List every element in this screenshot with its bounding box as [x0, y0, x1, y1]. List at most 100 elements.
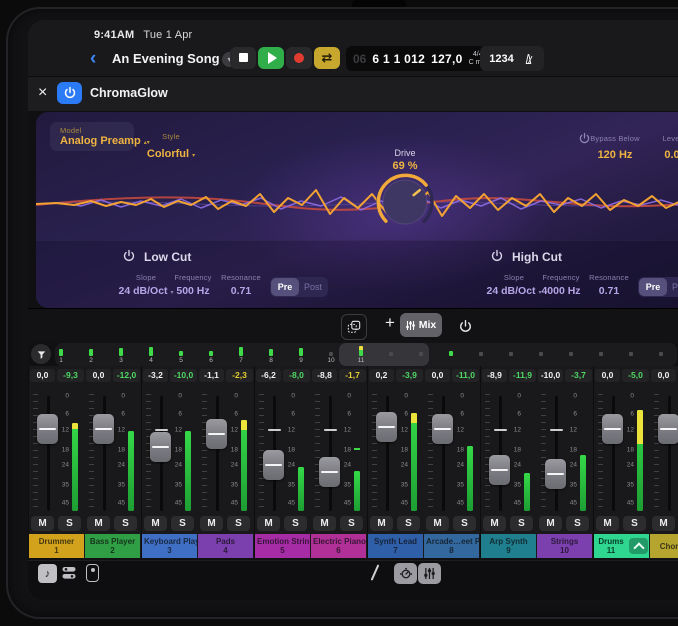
add-track-button[interactable]: +: [378, 313, 402, 333]
navigator-track[interactable]: 1234567891011: [55, 343, 677, 366]
post-button[interactable]: Post: [299, 278, 327, 296]
bypass-below-control[interactable]: Bypass Below 120 Hz: [585, 128, 645, 161]
low-cut-power-icon[interactable]: [122, 249, 137, 264]
track-name-tab[interactable]: Arp Synth 9: [481, 534, 536, 558]
solo-button[interactable]: S: [453, 516, 476, 531]
pre-button[interactable]: Pre: [639, 278, 667, 296]
solo-button[interactable]: S: [340, 516, 363, 531]
navigator-selection[interactable]: [339, 343, 429, 366]
mute-button[interactable]: M: [144, 516, 167, 531]
mute-button[interactable]: M: [596, 516, 619, 531]
mute-button[interactable]: M: [426, 516, 449, 531]
volume-readout[interactable]: -1,1: [199, 369, 224, 382]
volume-readout[interactable]: 0,0: [425, 369, 450, 382]
track-name-tab[interactable]: Synth Lead 7: [368, 534, 423, 558]
volume-readout[interactable]: -3,2: [143, 369, 168, 382]
solo-button[interactable]: S: [623, 516, 646, 531]
low-cut-pre-post-toggle[interactable]: Pre Post: [270, 277, 328, 297]
volume-fader[interactable]: [263, 450, 284, 480]
filter-button[interactable]: [31, 344, 51, 364]
mute-button[interactable]: M: [539, 516, 562, 531]
mute-button[interactable]: M: [257, 516, 280, 531]
volume-fader[interactable]: [319, 457, 340, 487]
level-control[interactable]: Level 0.0: [642, 128, 678, 161]
plugin-power-button[interactable]: [57, 82, 82, 104]
plugins-button[interactable]: [61, 565, 77, 586]
mute-button[interactable]: M: [31, 516, 54, 531]
volume-fader[interactable]: [206, 419, 227, 449]
track-name-tab[interactable]: Drummer 1: [29, 534, 84, 558]
count-in-button[interactable]: 1234: [489, 53, 513, 65]
volume-fader[interactable]: [658, 414, 678, 444]
volume-readout[interactable]: 0,0: [595, 369, 620, 382]
track-name-tab[interactable]: Arcade…eet Pad 8: [424, 534, 479, 558]
volume-fader[interactable]: [602, 414, 623, 444]
track-name-tab[interactable]: Pads 4: [198, 534, 253, 558]
knob-view-button[interactable]: [394, 563, 417, 584]
db-scale-label: 18: [175, 447, 182, 454]
solo-button[interactable]: S: [114, 516, 137, 531]
post-button[interactable]: Post: [667, 278, 678, 296]
volume-readout[interactable]: 0,0: [30, 369, 55, 382]
mix-view-button[interactable]: Mix: [400, 313, 442, 337]
drive-knob[interactable]: [371, 168, 439, 236]
solo-button[interactable]: S: [566, 516, 589, 531]
play-button[interactable]: [258, 47, 284, 69]
volume-fader[interactable]: [37, 414, 58, 444]
count-in-metronome-group[interactable]: 1234: [480, 46, 544, 71]
mute-button[interactable]: M: [483, 516, 506, 531]
volume-readout[interactable]: 0,0: [651, 369, 676, 382]
volume-fader[interactable]: [432, 414, 453, 444]
metronome-icon[interactable]: [522, 52, 535, 66]
mute-button[interactable]: M: [200, 516, 223, 531]
track-name-tab[interactable]: Emotion Strings 5: [255, 534, 310, 558]
mute-button[interactable]: M: [652, 516, 675, 531]
pre-button[interactable]: Pre: [271, 278, 299, 296]
volume-readout[interactable]: -8,9: [482, 369, 507, 382]
mute-button[interactable]: M: [370, 516, 393, 531]
back-chevron-icon[interactable]: ‹: [90, 48, 96, 70]
volume-fader[interactable]: [489, 455, 510, 485]
solo-button[interactable]: S: [510, 516, 533, 531]
high-cut-pre-post-toggle[interactable]: Pre Post: [638, 277, 678, 297]
volume-readout[interactable]: -10,0: [538, 369, 563, 382]
record-button[interactable]: [286, 47, 312, 69]
volume-fader[interactable]: [150, 432, 171, 462]
solo-button[interactable]: S: [58, 516, 81, 531]
solo-button[interactable]: S: [397, 516, 420, 531]
volume-readout[interactable]: -6,2: [256, 369, 281, 382]
song-title[interactable]: An Evening Song: [112, 51, 220, 66]
track-name-tab[interactable]: Electric Piano 6: [311, 534, 366, 558]
low-cut-resonance[interactable]: Resonance 0.71: [209, 273, 273, 297]
stop-button[interactable]: [230, 47, 256, 69]
volume-fader[interactable]: [93, 414, 114, 444]
volume-readout[interactable]: -8,8: [312, 369, 337, 382]
high-cut-power-icon[interactable]: [490, 249, 505, 264]
mixer-view-button[interactable]: [418, 563, 441, 584]
track-name-tab[interactable]: Strings 10: [537, 534, 592, 558]
style-selector[interactable]: Style Colorful ▾: [140, 126, 202, 162]
close-icon[interactable]: ×: [38, 84, 47, 102]
solo-button[interactable]: S: [227, 516, 250, 531]
mute-button[interactable]: M: [313, 516, 336, 531]
volume-readout[interactable]: 0,2: [369, 369, 394, 382]
fader-controls-button[interactable]: [86, 564, 99, 582]
solo-button[interactable]: S: [284, 516, 307, 531]
pencil-tool-icon[interactable]: [371, 564, 380, 580]
cycle-button[interactable]: ⇄: [314, 47, 340, 69]
solo-button[interactable]: S: [171, 516, 194, 531]
volume-readout[interactable]: 0,0: [86, 369, 111, 382]
track-name-tab[interactable]: Chorus V: [650, 534, 678, 558]
lcd-display[interactable]: 06 6 1 1 012 127,0 4/4 C maj In Out MIDI: [346, 46, 486, 71]
mixer-power-button[interactable]: [453, 314, 477, 338]
track-name-tab[interactable]: Bass Player 2: [85, 534, 140, 558]
volume-fader[interactable]: [545, 459, 566, 489]
track-name-tab[interactable]: Keyboard Player 3: [142, 534, 197, 558]
browser-button[interactable]: ♪: [38, 564, 57, 583]
volume-fader[interactable]: [376, 412, 397, 442]
collapse-mixer-button[interactable]: [629, 538, 648, 554]
copy-button[interactable]: [341, 314, 367, 340]
mute-button[interactable]: M: [87, 516, 110, 531]
model-selector[interactable]: Model Analog Preamp ▴▾: [50, 122, 134, 151]
high-cut-resonance[interactable]: Resonance 0.71: [577, 273, 641, 297]
